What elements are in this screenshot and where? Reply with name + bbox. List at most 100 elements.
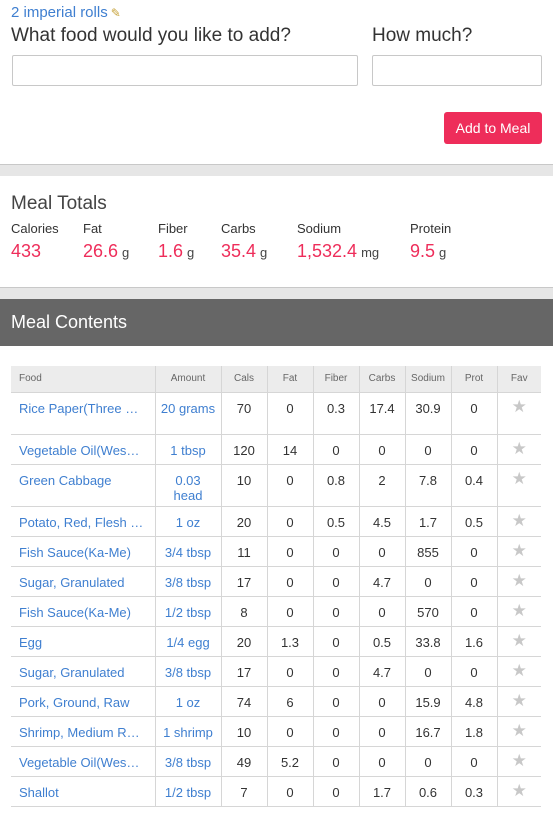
food-name-link[interactable]: Egg <box>11 626 155 657</box>
amount-link[interactable]: 20 grams <box>154 392 221 435</box>
column-header-fav: Fav <box>496 366 541 393</box>
table-row: Sugar, Granulated 3/8 tbsp 17 0 0 4.7 0 0 ★ <box>11 656 541 687</box>
cell-sodium: 15.9 <box>404 686 451 717</box>
cell-sodium: 570 <box>404 596 451 627</box>
cell-sodium: 16.7 <box>404 716 451 747</box>
cell-cals: 10 <box>220 716 267 747</box>
cell-cals: 120 <box>220 434 267 465</box>
star-icon[interactable]: ★ <box>496 626 541 657</box>
total-value: 1.6 <box>158 241 184 261</box>
star-icon[interactable]: ★ <box>496 716 541 747</box>
cell-fiber: 0 <box>312 686 359 717</box>
total-value: 433 <box>11 241 42 261</box>
total-label: Fat <box>83 221 102 236</box>
total-fat: Fat 26.6 g <box>83 221 129 262</box>
cell-fiber: 0 <box>312 596 359 627</box>
amount-link[interactable]: 3/4 tbsp <box>154 536 221 567</box>
total-unit: mg <box>361 245 380 260</box>
cell-cals: 70 <box>220 392 267 435</box>
cell-fat: 0 <box>266 656 313 687</box>
cell-prot: 0.3 <box>450 776 497 807</box>
food-name-link[interactable]: Potato, Red, Flesh … <box>11 506 155 537</box>
meal-contents-table: Food Amount Cals Fat Fiber Carbs Sodium … <box>11 366 541 807</box>
cell-cals: 49 <box>220 746 267 777</box>
amount-link[interactable]: 1 oz <box>154 686 221 717</box>
table-header-row: Food Amount Cals Fat Fiber Carbs Sodium … <box>11 366 541 393</box>
food-name-link[interactable]: Rice Paper(Three … <box>11 392 155 435</box>
amount-link[interactable]: 1 oz <box>154 506 221 537</box>
section-divider <box>0 287 553 299</box>
cell-sodium: 1.7 <box>404 506 451 537</box>
table-row: Rice Paper(Three … 20 grams 70 0 0.3 17.4 30.9… <box>11 392 541 435</box>
amount-link[interactable]: 3/8 tbsp <box>154 656 221 687</box>
amount-link[interactable]: 3/8 tbsp <box>154 746 221 777</box>
star-icon[interactable]: ★ <box>496 746 541 777</box>
amount-link[interactable]: 1/2 tbsp <box>154 776 221 807</box>
table-row: Shrimp, Medium R… 1 shrimp 10 0 0 0 16.7 1.8 ★ <box>11 716 541 747</box>
food-name-link[interactable]: Vegetable Oil(Wes… <box>11 434 155 465</box>
cell-cals: 10 <box>220 464 267 507</box>
cell-carbs: 0 <box>358 536 405 567</box>
cell-fiber: 0 <box>312 434 359 465</box>
amount-link[interactable]: 1 shrimp <box>154 716 221 747</box>
food-name-link[interactable]: Shallot <box>11 776 155 807</box>
star-icon[interactable]: ★ <box>496 686 541 717</box>
meal-totals-title: Meal Totals <box>11 193 107 214</box>
total-value: 35.4 <box>221 241 257 261</box>
cell-prot: 0 <box>450 656 497 687</box>
cell-cals: 7 <box>220 776 267 807</box>
cell-fat: 0 <box>266 566 313 597</box>
cell-fat: 0 <box>266 536 313 567</box>
amount-link[interactable]: 1 tbsp <box>154 434 221 465</box>
amount-input[interactable] <box>372 55 542 86</box>
meal-contents-header: Meal Contents <box>0 299 553 346</box>
star-icon[interactable]: ★ <box>496 392 541 435</box>
food-name-link[interactable]: Pork, Ground, Raw <box>11 686 155 717</box>
star-icon[interactable]: ★ <box>496 536 541 567</box>
star-icon[interactable]: ★ <box>496 776 541 807</box>
cell-sodium: 0 <box>404 434 451 465</box>
food-name-link[interactable]: Shrimp, Medium R… <box>11 716 155 747</box>
star-icon[interactable]: ★ <box>496 506 541 537</box>
meal-name[interactable]: 2 imperial rolls <box>11 4 108 21</box>
food-name-link[interactable]: Fish Sauce(Ka-Me) <box>11 596 155 627</box>
pencil-icon[interactable]: ✎ <box>111 6 121 20</box>
add-to-meal-button[interactable]: Add to Meal <box>444 112 542 144</box>
star-icon[interactable]: ★ <box>496 596 541 627</box>
table-row: Fish Sauce(Ka-Me) 3/4 tbsp 11 0 0 0 855 0 ★ <box>11 536 541 567</box>
total-unit: g <box>260 245 268 260</box>
cell-prot: 0 <box>450 746 497 777</box>
cell-sodium: 0 <box>404 656 451 687</box>
cell-fiber: 0 <box>312 536 359 567</box>
food-search-input[interactable] <box>12 55 358 86</box>
cell-sodium: 33.8 <box>404 626 451 657</box>
table-row: Shallot 1/2 tbsp 7 0 0 1.7 0.6 0.3 ★ <box>11 776 541 807</box>
food-name-link[interactable]: Fish Sauce(Ka-Me) <box>11 536 155 567</box>
star-icon[interactable]: ★ <box>496 566 541 597</box>
cell-fiber: 0 <box>312 746 359 777</box>
cell-fat: 0 <box>266 464 313 507</box>
star-icon[interactable]: ★ <box>496 464 541 507</box>
cell-fat: 0 <box>266 716 313 747</box>
food-name-link[interactable]: Vegetable Oil(Wes… <box>11 746 155 777</box>
cell-sodium: 7.8 <box>404 464 451 507</box>
amount-link[interactable]: 1/2 tbsp <box>154 596 221 627</box>
total-unit: g <box>122 245 130 260</box>
cell-cals: 17 <box>220 656 267 687</box>
amount-link[interactable]: 3/8 tbsp <box>154 566 221 597</box>
star-icon[interactable]: ★ <box>496 656 541 687</box>
cell-fat: 1.3 <box>266 626 313 657</box>
food-name-link[interactable]: Sugar, Granulated <box>11 656 155 687</box>
amount-link[interactable]: 0.03 head <box>154 464 221 507</box>
amount-question-label: How much? <box>372 25 473 46</box>
cell-fiber: 0.8 <box>312 464 359 507</box>
food-name-link[interactable]: Sugar, Granulated <box>11 566 155 597</box>
table-row: Fish Sauce(Ka-Me) 1/2 tbsp 8 0 0 0 570 0 ★ <box>11 596 541 627</box>
food-name-link[interactable]: Green Cabbage <box>11 464 155 507</box>
amount-link[interactable]: 1/4 egg <box>154 626 221 657</box>
cell-cals: 20 <box>220 626 267 657</box>
cell-fat: 14 <box>266 434 313 465</box>
meal-name-link[interactable]: 2 imperial rolls ✎ <box>11 4 121 21</box>
table-row: Potato, Red, Flesh … 1 oz 20 0 0.5 4.5 1.7 0.5 ★ <box>11 506 541 537</box>
star-icon[interactable]: ★ <box>496 434 541 465</box>
